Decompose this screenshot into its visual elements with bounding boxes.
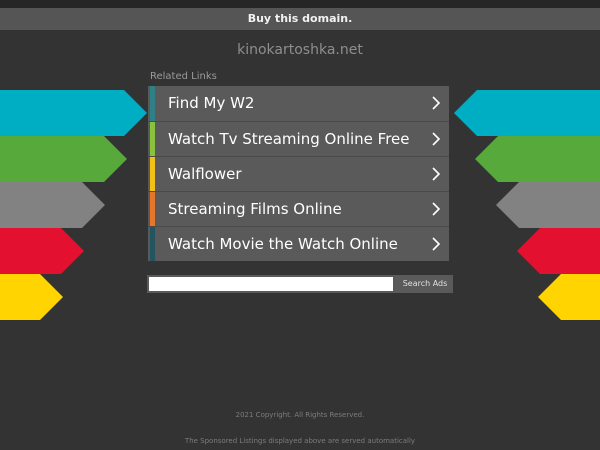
sponsored-disclaimer: The Sponsored Listings displayed above a… xyxy=(184,437,416,445)
domain-title: kinokartoshka.net xyxy=(237,42,363,58)
yellow-left-arrow xyxy=(0,274,63,320)
link-find-my-w2[interactable]: Find My W2 xyxy=(148,86,449,121)
green-left-arrow xyxy=(0,136,127,182)
link-walflower[interactable]: Walflower xyxy=(148,156,449,191)
link-accent-strip xyxy=(150,192,155,226)
link-accent-strip xyxy=(150,86,155,121)
link-accent-strip xyxy=(150,227,155,261)
chevron-right-icon xyxy=(432,132,441,146)
red-right-arrow xyxy=(517,228,600,274)
link-accent-strip xyxy=(150,157,155,191)
link-label: Watch Tv Streaming Online Free xyxy=(168,130,410,148)
yellow-right-arrow xyxy=(538,274,600,320)
link-label: Watch Movie the Watch Online xyxy=(168,235,398,253)
gray-right-arrow xyxy=(496,182,600,228)
related-links-heading: Related Links xyxy=(150,71,217,82)
link-label: Find My W2 xyxy=(168,94,255,112)
buy-domain-banner[interactable]: Buy this domain. xyxy=(0,8,600,30)
search-bar: Search Ads xyxy=(147,275,453,293)
top-strip xyxy=(0,0,600,8)
cyan-right-arrow xyxy=(454,90,600,136)
chevron-right-icon xyxy=(432,167,441,181)
link-watch-tv-streaming[interactable]: Watch Tv Streaming Online Free xyxy=(148,121,449,156)
link-label: Streaming Films Online xyxy=(168,200,342,218)
link-watch-movie[interactable]: Watch Movie the Watch Online xyxy=(148,226,449,261)
link-accent-strip xyxy=(150,122,155,156)
search-input[interactable] xyxy=(149,277,393,291)
link-label: Walflower xyxy=(168,165,242,183)
copyright-text: 2021 Copyright. All Rights Reserved. xyxy=(235,411,365,419)
red-left-arrow xyxy=(0,228,84,274)
chevron-right-icon xyxy=(432,96,441,110)
link-streaming-films[interactable]: Streaming Films Online xyxy=(148,191,449,226)
chevron-right-icon xyxy=(432,237,441,251)
green-right-arrow xyxy=(475,136,600,182)
chevron-right-icon xyxy=(432,202,441,216)
search-ads-button[interactable]: Search Ads xyxy=(397,275,453,293)
cyan-left-arrow xyxy=(0,90,147,136)
related-links-list: Find My W2 Watch Tv Streaming Online Fre… xyxy=(148,86,449,261)
gray-left-arrow xyxy=(0,182,105,228)
